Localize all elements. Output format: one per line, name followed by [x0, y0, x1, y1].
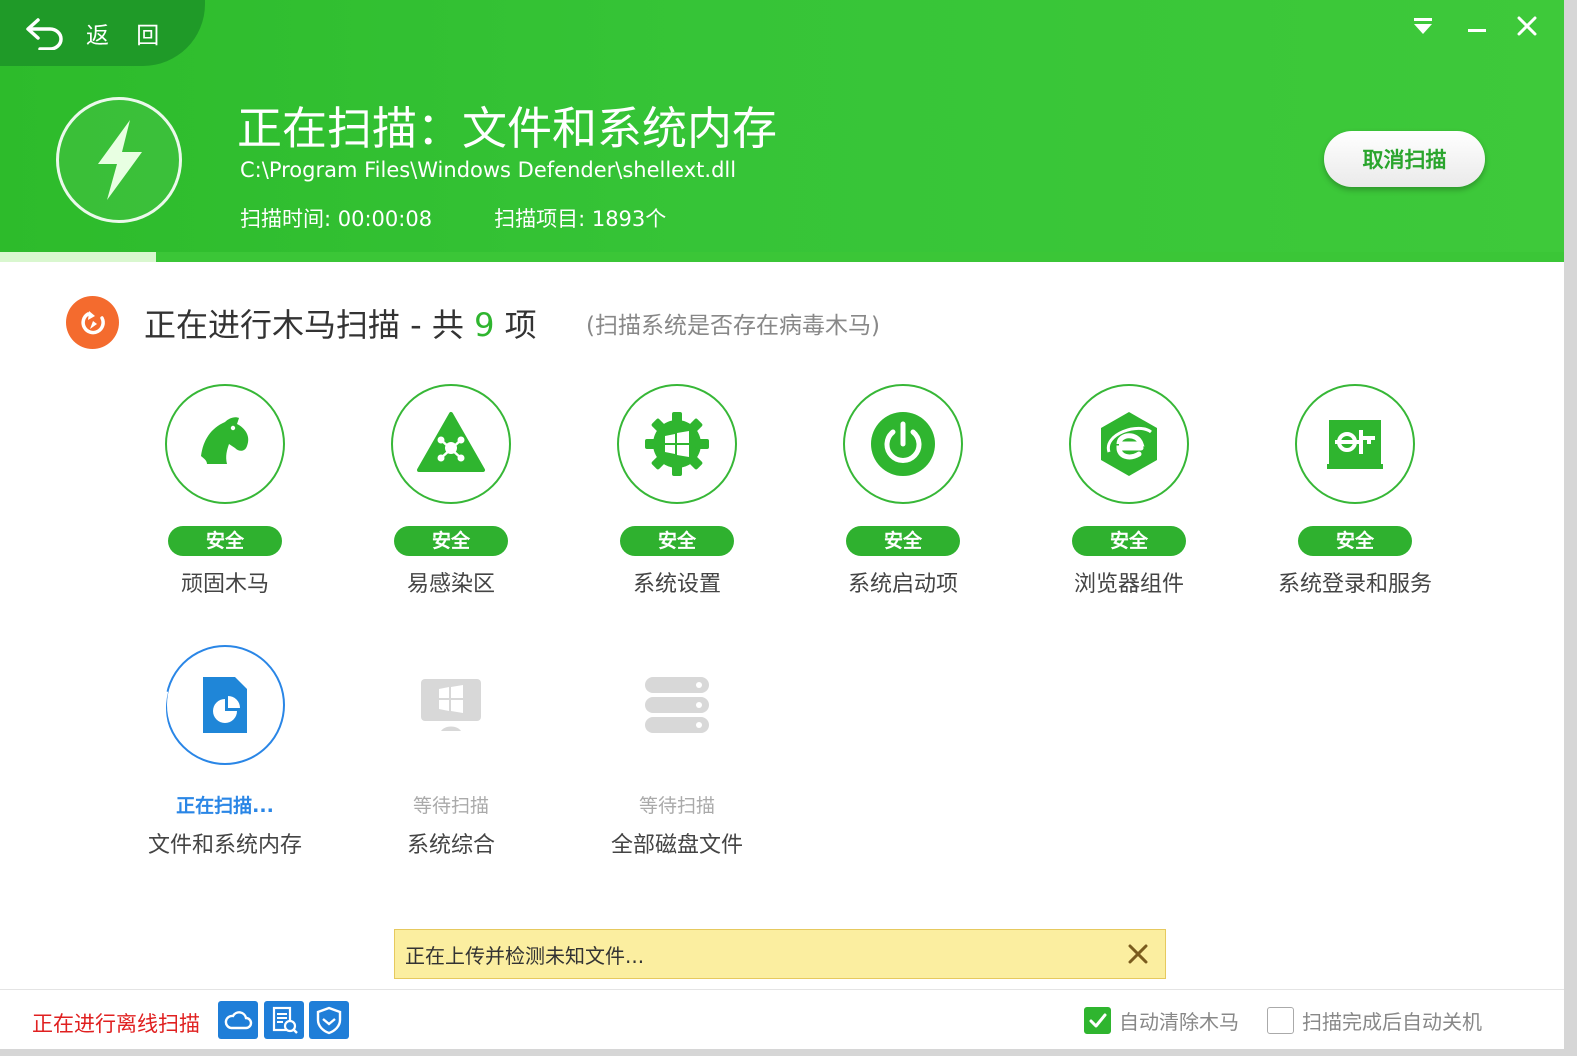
close-button[interactable]: [1510, 9, 1544, 43]
cloud-icon[interactable]: [218, 1001, 258, 1039]
offline-scan-status: 正在进行离线扫描: [32, 1012, 200, 1036]
scan-items-count: 扫描项目: 1893个: [494, 207, 667, 231]
auto-shutdown-checkbox[interactable]: 扫描完成后自动关机: [1267, 1006, 1482, 1035]
cancel-scan-button[interactable]: 取消扫描: [1324, 131, 1485, 187]
status-badge: 安全: [846, 526, 960, 556]
shield-icon[interactable]: [309, 1001, 349, 1039]
scan-item-stubborn-trojan[interactable]: 安全 顽固木马: [110, 384, 340, 614]
trojan-scan-icon: [66, 296, 119, 349]
section-count: 9: [474, 306, 495, 344]
page-title: 正在扫描：文件和系统内存: [237, 102, 778, 155]
menu-dropdown-button[interactable]: [1406, 9, 1440, 43]
scan-item-file-memory[interactable]: 正在扫描... 文件和系统内存: [110, 645, 340, 875]
close-icon: [1517, 16, 1537, 36]
file-chart-icon: [165, 645, 285, 765]
scan-item-label: 全部磁盘文件: [610, 833, 743, 858]
section-title-suffix: 项: [504, 306, 537, 344]
lightning-icon: [98, 120, 142, 200]
scan-header: 返 回 正在扫描：文件和系统内存 C:\Program Files\Window…: [0, 0, 1564, 262]
warning-triangle-icon: [391, 384, 511, 504]
section-subtitle: (扫描系统是否存在病毒木马): [586, 313, 880, 339]
scan-item-all-disks[interactable]: 等待扫描 全部磁盘文件: [562, 645, 792, 875]
scan-progress-fill: [0, 252, 157, 262]
scan-item-label: 顽固木马: [180, 572, 269, 597]
close-icon[interactable]: [1125, 941, 1151, 967]
scan-item-system-general[interactable]: 等待扫描 系统综合: [336, 645, 566, 875]
scan-stats: 扫描时间: 00:00:08 扫描项目: 1893个: [240, 203, 666, 233]
minimize-icon: [1468, 29, 1486, 32]
scan-status-emblem: [56, 97, 182, 223]
auto-clean-checkbox[interactable]: 自动清除木马: [1084, 1006, 1239, 1035]
status-badge: 安全: [1298, 526, 1412, 556]
scan-time: 扫描时间: 00:00:08: [240, 207, 433, 231]
scan-item-system-settings[interactable]: 安全 系统设置: [562, 384, 792, 614]
section-title-prefix: 正在进行木马扫描 - 共: [144, 306, 464, 344]
status-footer: 正在进行离线扫描 自动清除木马 扫描完成后自动关机: [0, 989, 1564, 1049]
waiting-status: 等待扫描: [638, 795, 715, 817]
windows-system-icon: [391, 645, 511, 765]
scan-item-login-services[interactable]: 安全 系统登录和服务: [1240, 384, 1470, 614]
back-label: 返 回: [86, 23, 170, 49]
browser-e-icon: [1069, 384, 1189, 504]
scan-item-browser[interactable]: 安全 浏览器组件: [1014, 384, 1244, 614]
scan-item-label: 文件和系统内存: [147, 833, 302, 858]
scanning-status: 正在扫描...: [176, 795, 274, 817]
auto-clean-label: 自动清除木马: [1119, 1010, 1239, 1034]
status-badge: 安全: [620, 526, 734, 556]
scan-item-label: 易感染区: [406, 572, 495, 597]
app-window: 返 回 正在扫描：文件和系统内存 C:\Program Files\Window…: [0, 0, 1564, 1049]
back-button[interactable]: 返 回: [0, 0, 205, 66]
back-arrow-icon: [26, 18, 63, 50]
current-file-path: C:\Program Files\Windows Defender\shelle…: [240, 158, 737, 182]
scan-progress-bar: [0, 252, 1564, 262]
checkbox-checked-icon: [1084, 1007, 1111, 1034]
scan-item-label: 系统设置: [632, 572, 721, 597]
scan-item-label: 系统综合: [406, 833, 495, 858]
dropdown-icon: [1414, 18, 1432, 34]
waiting-status: 等待扫描: [412, 795, 489, 817]
windows-gear-icon: [617, 384, 737, 504]
login-service-icon: [1295, 384, 1415, 504]
status-badge: 安全: [168, 526, 282, 556]
scan-doc-icon[interactable]: [264, 1001, 304, 1039]
section-title: 正在进行木马扫描 - 共 9 项: [144, 300, 537, 346]
minimize-button[interactable]: [1460, 9, 1494, 43]
power-icon: [843, 384, 963, 504]
status-badge: 安全: [394, 526, 508, 556]
checkbox-empty-icon: [1267, 1007, 1294, 1034]
horse-icon: [165, 384, 285, 504]
notice-text: 正在上传并检测未知文件...: [405, 943, 645, 968]
scan-item-label: 浏览器组件: [1073, 572, 1184, 597]
upload-notice-bar: 正在上传并检测未知文件...: [394, 929, 1166, 979]
scan-item-label: 系统登录和服务: [1277, 572, 1432, 597]
scan-item-infection-zone[interactable]: 安全 易感染区: [336, 384, 566, 614]
scan-item-startup[interactable]: 安全 系统启动项: [788, 384, 1018, 614]
status-badge: 安全: [1072, 526, 1186, 556]
scan-item-label: 系统启动项: [847, 572, 958, 597]
auto-shutdown-label: 扫描完成后自动关机: [1302, 1010, 1482, 1034]
disk-stack-icon: [617, 645, 737, 765]
